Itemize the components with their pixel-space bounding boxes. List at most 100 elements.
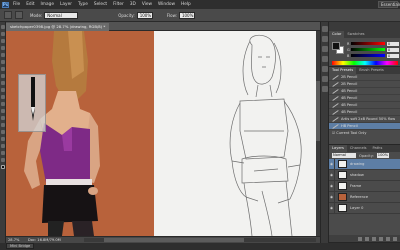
menu-3d[interactable]: 3D bbox=[130, 0, 136, 9]
menu-window[interactable]: Window bbox=[158, 0, 175, 9]
move-tool-icon[interactable] bbox=[1, 25, 5, 29]
menu-filter[interactable]: Filter bbox=[113, 0, 124, 9]
green-slider[interactable] bbox=[351, 48, 385, 51]
brush-panel-icon[interactable] bbox=[322, 46, 328, 52]
menu-view[interactable]: View bbox=[142, 0, 152, 9]
zoom-tool-icon[interactable] bbox=[1, 158, 5, 162]
menu-select[interactable]: Select bbox=[94, 0, 107, 9]
visibility-eye-icon[interactable]: ◉ bbox=[329, 191, 335, 203]
blue-slider-row: B 0 bbox=[347, 53, 399, 58]
link-layers-icon[interactable] bbox=[358, 236, 362, 241]
layer-opacity-field[interactable]: 100% bbox=[376, 153, 389, 158]
menu-edit[interactable]: Edit bbox=[26, 0, 34, 9]
foreground-color-icon[interactable] bbox=[1, 165, 5, 169]
add-mask-icon[interactable] bbox=[372, 236, 376, 241]
history-panel-icon[interactable] bbox=[322, 26, 328, 32]
preset-item[interactable]: 4B Pencil bbox=[329, 102, 400, 109]
layer-row-drawing[interactable]: ◉ drawing bbox=[329, 158, 400, 170]
pencil-preset-icon bbox=[332, 82, 338, 87]
blue-value[interactable]: 0 bbox=[387, 53, 399, 58]
marquee-tool-icon[interactable] bbox=[1, 32, 5, 36]
gradient-tool-icon[interactable] bbox=[1, 102, 5, 106]
canvas-horizontal-scrollbar[interactable] bbox=[84, 238, 316, 242]
dodge-tool-icon[interactable] bbox=[1, 116, 5, 120]
tab-layers[interactable]: Layers bbox=[329, 145, 347, 152]
crop-tool-icon[interactable] bbox=[1, 53, 5, 57]
clone-source-panel-icon[interactable] bbox=[322, 56, 328, 62]
tab-color[interactable]: Color bbox=[329, 31, 345, 38]
flow-field[interactable]: 100% bbox=[178, 11, 195, 19]
mini-bridge-tab[interactable]: Mini Bridge bbox=[6, 243, 35, 249]
visibility-eye-icon[interactable]: ◉ bbox=[329, 180, 335, 192]
document-tab-bar: sketchpaper0398.jpg @ 28.7% (drawing, RG… bbox=[6, 22, 320, 31]
tab-swatches[interactable]: Swatches bbox=[344, 31, 367, 38]
actions-panel-icon[interactable] bbox=[322, 36, 328, 42]
delete-layer-icon[interactable] bbox=[393, 236, 397, 241]
blend-mode-select[interactable]: Normal bbox=[332, 153, 356, 158]
color-spectrum-bar[interactable] bbox=[332, 61, 398, 65]
preset-item[interactable]: 4B Pencil bbox=[329, 88, 400, 95]
tab-brush-presets[interactable]: Brush Presets bbox=[356, 67, 387, 74]
current-tool-only-checkbox[interactable]: ☑ Current Tool Only bbox=[329, 130, 400, 136]
presets-panel-tabs: Tool Presets Brush Presets bbox=[329, 67, 400, 74]
visibility-eye-icon[interactable]: ◉ bbox=[329, 158, 335, 170]
canvas[interactable] bbox=[6, 31, 320, 236]
path-select-tool-icon[interactable] bbox=[1, 137, 5, 141]
menu-image[interactable]: Image bbox=[41, 0, 54, 9]
green-value[interactable]: 0 bbox=[387, 47, 399, 52]
type-tool-icon[interactable] bbox=[1, 130, 5, 134]
tab-paths[interactable]: Paths bbox=[370, 145, 386, 152]
mode-label: Mode: bbox=[30, 12, 43, 18]
history-brush-tool-icon[interactable] bbox=[1, 88, 5, 92]
menu-layer[interactable]: Layer bbox=[60, 0, 72, 9]
preset-item[interactable]: 2B Pencil bbox=[329, 74, 400, 81]
visibility-eye-icon[interactable]: ◉ bbox=[329, 169, 335, 181]
document-tab[interactable]: sketchpaper0398.jpg @ 28.7% (drawing, RG… bbox=[6, 23, 110, 31]
tab-tool-presets[interactable]: Tool Presets bbox=[329, 67, 357, 74]
red-slider[interactable] bbox=[351, 42, 385, 45]
layer-row-reference[interactable]: ◉ Reference bbox=[329, 191, 400, 203]
preset-item[interactable]: 4B Pencil bbox=[329, 95, 400, 102]
eraser-tool-icon[interactable] bbox=[1, 95, 5, 99]
paragraph-panel-icon[interactable] bbox=[322, 76, 328, 82]
red-value[interactable]: 0 bbox=[387, 41, 399, 46]
layer-row-shadow[interactable]: ◉ shadow bbox=[329, 169, 400, 181]
blue-slider[interactable] bbox=[351, 54, 385, 57]
preset-item[interactable]: 2B Pencil bbox=[329, 81, 400, 88]
shape-tool-icon[interactable] bbox=[1, 144, 5, 148]
workspace-switcher[interactable]: Essentials bbox=[378, 1, 400, 8]
brush-picker-icon[interactable] bbox=[15, 11, 23, 19]
stamp-tool-icon[interactable] bbox=[1, 81, 5, 85]
opacity-field[interactable]: 100% bbox=[136, 11, 153, 19]
new-group-icon[interactable] bbox=[379, 236, 383, 241]
layer-name: shadow bbox=[350, 173, 364, 177]
brush-tool-preset-icon[interactable] bbox=[4, 11, 12, 19]
menu-help[interactable]: Help bbox=[181, 0, 191, 9]
layer-name: Reference bbox=[350, 195, 369, 199]
info-panel-icon[interactable] bbox=[322, 86, 328, 92]
menu-type[interactable]: Type bbox=[78, 0, 88, 9]
preset-item-selected[interactable]: HB Pencil bbox=[329, 123, 400, 130]
new-layer-icon[interactable] bbox=[386, 236, 390, 241]
visibility-eye-icon[interactable]: ◉ bbox=[329, 202, 335, 214]
character-panel-icon[interactable] bbox=[322, 66, 328, 72]
zoom-level[interactable]: 28.7% bbox=[8, 238, 22, 242]
eyedropper-tool-icon[interactable] bbox=[1, 60, 5, 64]
pen-tool-icon[interactable] bbox=[1, 123, 5, 127]
layer-style-icon[interactable] bbox=[365, 236, 369, 241]
brush-tool-icon[interactable] bbox=[1, 74, 5, 78]
horizontal-scroll-thumb[interactable] bbox=[104, 238, 244, 242]
menu-file[interactable]: File bbox=[13, 0, 20, 9]
layer-row-layer-0[interactable]: ◉ Layer 0 bbox=[329, 202, 400, 214]
mode-select[interactable]: Normal bbox=[44, 11, 79, 19]
tab-channels[interactable]: Channels bbox=[347, 145, 370, 152]
blur-tool-icon[interactable] bbox=[1, 109, 5, 113]
healing-tool-icon[interactable] bbox=[1, 67, 5, 71]
foreground-color-swatch[interactable] bbox=[332, 42, 340, 50]
layer-row-frame[interactable]: ◉ Frame bbox=[329, 180, 400, 192]
preset-item[interactable]: 4B Pencil bbox=[329, 109, 400, 116]
hand-tool-icon[interactable] bbox=[1, 151, 5, 155]
lasso-tool-icon[interactable] bbox=[1, 39, 5, 43]
quick-select-tool-icon[interactable] bbox=[1, 46, 5, 50]
preset-item[interactable]: Artis soft 2xB Round 50% flow bbox=[329, 116, 400, 123]
